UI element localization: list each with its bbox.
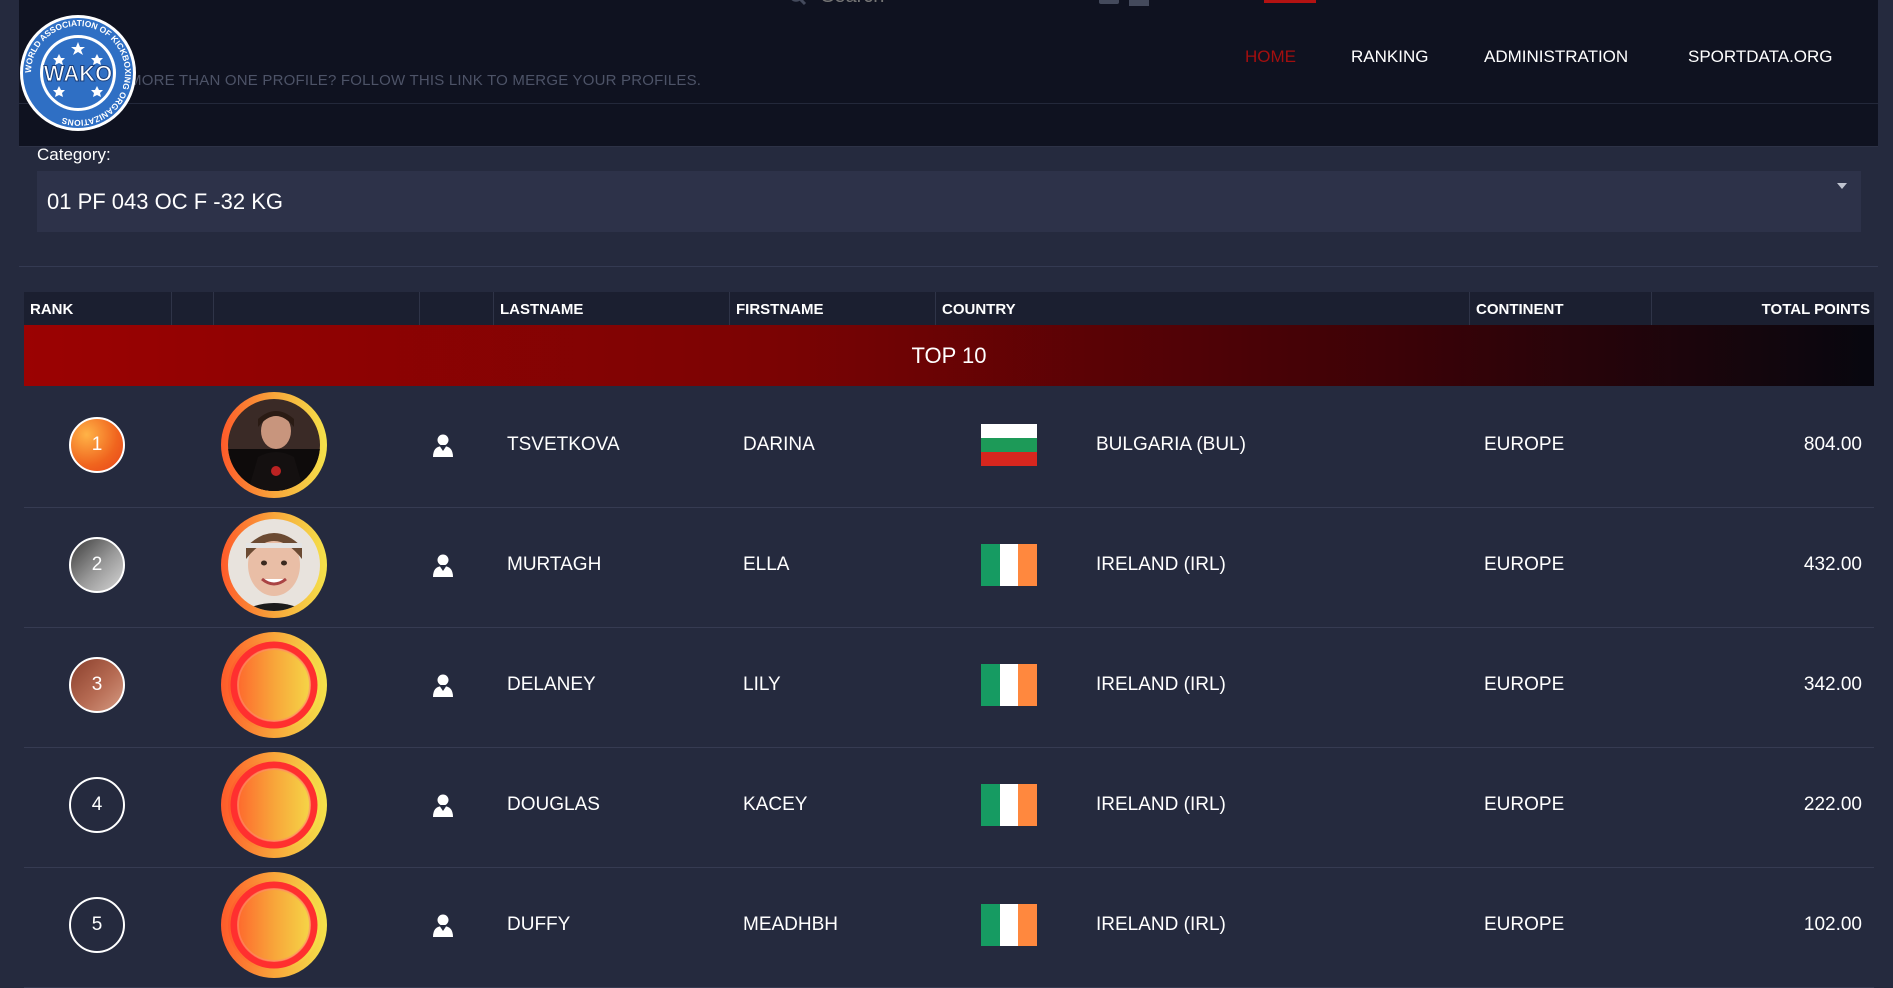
col-blank-1 [172, 292, 214, 325]
rank-badge: 3 [69, 657, 125, 713]
athlete-firstname: DARINA [743, 434, 815, 455]
athlete-firstname: MEADHBH [743, 914, 839, 935]
col-country[interactable]: COUNTRY [936, 292, 1470, 325]
athlete-continent: EUROPE [1484, 914, 1565, 935]
category-selected-value: 01 PF 043 OC F -32 KG [47, 188, 283, 214]
ireland-flag-icon [981, 904, 1037, 946]
table-row[interactable]: 3 DELANEY LILY IRELAND (IRL) EUROPE 342.00 [24, 627, 1874, 748]
col-rank[interactable]: RANK [24, 292, 172, 325]
athlete-country: IRELAND (IRL) [1096, 674, 1226, 695]
bulgaria-flag-icon [981, 424, 1037, 466]
site-header: MORE THAN ONE PROFILE? FOLLOW THIS LINK … [19, 0, 1878, 147]
profile-icon[interactable] [431, 673, 455, 697]
category-label: Category: [37, 145, 111, 164]
profile-icon[interactable] [431, 793, 455, 817]
athlete-country: IRELAND (IRL) [1096, 554, 1226, 575]
athlete-avatar[interactable] [221, 392, 327, 498]
chevron-down-icon[interactable] [1837, 183, 1847, 189]
athlete-avatar[interactable] [221, 752, 327, 858]
ireland-flag-icon [981, 664, 1037, 706]
mail-icon[interactable] [1129, 0, 1149, 6]
nav-administration[interactable]: ADMINISTRATION [1484, 47, 1628, 67]
rank-badge: 4 [69, 777, 125, 833]
col-profile [420, 292, 494, 325]
nav-ranking[interactable]: RANKING [1351, 47, 1428, 67]
table-row[interactable]: 2 MURTAGH ELLA IRELAND (IRL) EUROPE 432.00 [24, 507, 1874, 628]
ireland-flag-icon [981, 544, 1037, 586]
athlete-continent: EUROPE [1484, 794, 1565, 815]
col-photo [214, 292, 420, 325]
athlete-lastname: TSVETKOVA [507, 434, 620, 455]
rank-badge: 1 [69, 417, 125, 473]
section-divider [19, 266, 1878, 267]
nav-sportdata[interactable]: SPORTDATA.ORG [1688, 47, 1833, 67]
athlete-avatar[interactable] [221, 872, 327, 978]
rank-badge: 5 [69, 897, 125, 953]
rank-badge: 2 [69, 537, 125, 593]
athlete-lastname: DELANEY [507, 674, 596, 695]
category-select[interactable]: 01 PF 043 OC F -32 KG [37, 171, 1861, 232]
athlete-total-points: 432.00 [1803, 554, 1862, 575]
athlete-firstname: LILY [743, 674, 781, 695]
athlete-total-points: 804.00 [1803, 434, 1862, 455]
athlete-firstname: ELLA [743, 554, 790, 575]
athlete-firstname: KACEY [743, 794, 808, 815]
wako-logo[interactable]: WORLD ASSOCIATION OF KICKBOXING ORGANIZA… [19, 14, 137, 132]
col-lastname[interactable]: LASTNAME [494, 292, 730, 325]
group-header-top10: TOP 10 [24, 325, 1874, 386]
active-indicator [1264, 0, 1316, 3]
col-continent[interactable]: CONTINENT [1470, 292, 1652, 325]
col-total-points[interactable]: TOTAL POINTS [1652, 292, 1874, 325]
search-icon[interactable] [789, 0, 807, 6]
profile-icon[interactable] [431, 553, 455, 577]
main-nav: HOME RANKING ADMINISTRATION SPORTDATA.OR… [19, 47, 1878, 67]
col-firstname[interactable]: FIRSTNAME [730, 292, 936, 325]
ranking-table-header: RANK LASTNAME FIRSTNAME COUNTRY CONTINEN… [24, 292, 1874, 325]
search-input[interactable] [819, 0, 1073, 10]
athlete-lastname: DOUGLAS [507, 794, 600, 815]
table-row[interactable]: 4 DOUGLAS KACEY IRELAND (IRL) EUROPE 222.00 [24, 747, 1874, 868]
athlete-avatar[interactable] [221, 632, 327, 738]
merge-profiles-link[interactable]: MORE THAN ONE PROFILE? FOLLOW THIS LINK … [129, 72, 701, 89]
athlete-continent: EUROPE [1484, 674, 1565, 695]
athlete-continent: EUROPE [1484, 554, 1565, 575]
logo-text: WAKO [44, 61, 112, 86]
nav-home[interactable]: HOME [1245, 47, 1296, 67]
table-row[interactable]: 1 TSVETKOVA DARINA BULGARIA (BUL) EUROPE 804.… [24, 387, 1874, 508]
athlete-avatar[interactable] [221, 512, 327, 618]
athlete-total-points: 102.00 [1803, 914, 1862, 935]
ireland-flag-icon [981, 784, 1037, 826]
athlete-lastname: MURTAGH [507, 554, 602, 575]
athlete-country: IRELAND (IRL) [1096, 794, 1226, 815]
athlete-total-points: 342.00 [1803, 674, 1862, 695]
athlete-lastname: DUFFY [507, 914, 571, 935]
athlete-country: IRELAND (IRL) [1096, 914, 1226, 935]
profile-icon[interactable] [431, 433, 455, 457]
athlete-continent: EUROPE [1484, 434, 1565, 455]
header-divider [19, 103, 1878, 104]
print-icon[interactable] [1099, 0, 1119, 6]
profile-icon[interactable] [431, 913, 455, 937]
table-row[interactable]: 5 DUFFY MEADHBH IRELAND (IRL) EUROPE 102.00 [24, 867, 1874, 988]
athlete-country: BULGARIA (BUL) [1096, 434, 1246, 455]
athlete-total-points: 222.00 [1803, 794, 1862, 815]
